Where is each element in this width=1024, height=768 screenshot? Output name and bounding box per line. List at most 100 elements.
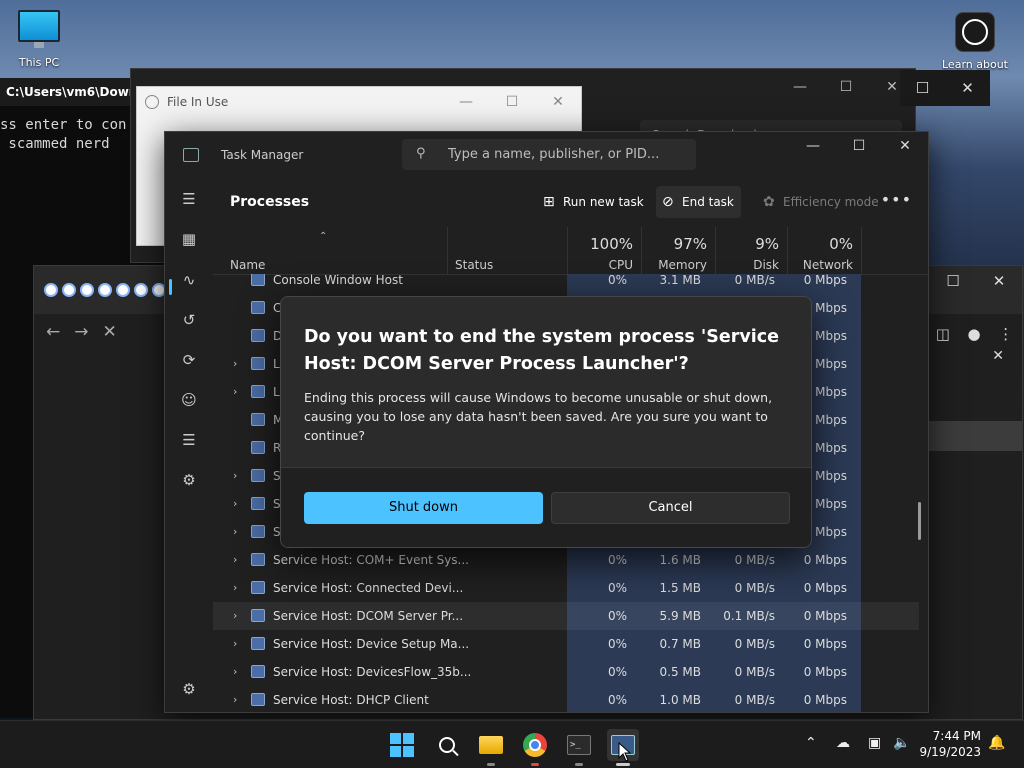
end-task-button[interactable]: ⊘ End task — [656, 186, 741, 218]
process-icon — [251, 329, 265, 342]
process-cpu: 0% — [607, 553, 627, 567]
browser-toolbar-right: ◫ ● ⋮ — [927, 314, 1022, 354]
search-button[interactable] — [431, 729, 463, 761]
process-disk: 0 MB/s — [734, 665, 775, 679]
process-cpu: 0% — [607, 693, 627, 707]
shut-down-button[interactable]: Shut down — [304, 492, 543, 524]
chevron-right-icon[interactable]: › — [233, 637, 237, 650]
start-button[interactable] — [386, 729, 418, 761]
chevron-right-icon[interactable]: › — [233, 385, 237, 398]
efficiency-mode-label: Efficiency mode — [783, 195, 879, 209]
process-row[interactable]: › Service Host: COM+ Event Sys... 0% 1.6 MB… — [213, 546, 919, 574]
stop-loading-icon[interactable]: ✕ — [103, 322, 117, 342]
run-new-task-button[interactable]: ⊞ Run new task — [537, 186, 644, 218]
app-history-icon[interactable]: ↺ — [178, 309, 200, 331]
network-icon[interactable]: ▣ — [868, 735, 881, 751]
settings-icon[interactable]: ⚙ — [178, 678, 200, 700]
sidebar-icon[interactable]: ◫ — [936, 325, 950, 343]
sort-caret-icon: ⌃ — [319, 231, 328, 242]
close-infobar-icon[interactable]: ✕ — [992, 348, 1004, 364]
column-memory[interactable]: 97% Memory — [641, 227, 715, 275]
more-options-icon[interactable]: ••• — [881, 190, 912, 209]
column-status[interactable]: Status — [447, 227, 567, 275]
network-total: 0% — [829, 235, 853, 253]
notification-bell-icon[interactable]: 🔔 — [988, 735, 1005, 751]
startup-apps-icon[interactable]: ⟳ — [178, 349, 200, 371]
task-manager-toolbar: Processes ⊞ Run new task ⊘ End task ✿ Ef… — [213, 178, 930, 226]
tab-favicon-icon[interactable] — [44, 283, 58, 297]
chevron-up-icon[interactable]: ⌃ — [805, 735, 817, 751]
minimize-button[interactable]: — — [790, 132, 836, 160]
chevron-right-icon[interactable]: › — [233, 609, 237, 622]
search-box[interactable]: ⚲ — [402, 139, 696, 170]
system-clock[interactable]: 7:44 PM 9/19/2023 — [919, 728, 981, 760]
monitor-icon — [18, 10, 60, 48]
maximize-button[interactable]: ☐ — [900, 70, 945, 106]
cloud-offline-icon[interactable]: ☁ — [836, 735, 850, 751]
process-network: 0 Mbps — [803, 693, 847, 707]
chevron-right-icon[interactable]: › — [233, 581, 237, 594]
back-icon[interactable]: ← — [46, 322, 60, 342]
maximize-button[interactable]: ☐ — [489, 87, 535, 117]
services-icon[interactable]: ⚙ — [178, 469, 200, 491]
performance-icon[interactable]: ∿ — [178, 269, 200, 291]
process-row[interactable]: Console Window Host 0% 3.1 MB 0 MB/s 0 Mbps — [213, 274, 919, 294]
chevron-right-icon[interactable]: › — [233, 665, 237, 678]
process-icon — [251, 525, 265, 538]
more-options-icon[interactable]: ⋮ — [998, 325, 1013, 343]
chevron-right-icon[interactable]: › — [233, 497, 237, 510]
close-button[interactable]: ✕ — [945, 70, 990, 106]
chevron-right-icon[interactable]: › — [233, 553, 237, 566]
tab-favicon-icon[interactable] — [134, 283, 148, 297]
users-icon[interactable]: ☺ — [178, 389, 200, 411]
processes-icon[interactable]: ▦ — [178, 228, 200, 250]
column-cpu[interactable]: 100% CPU — [567, 227, 641, 275]
process-row[interactable]: › Service Host: Connected Devi... 0% 1.5 MB… — [213, 574, 919, 602]
task-manager-app-icon — [183, 148, 199, 162]
tab-favicon-icon[interactable] — [62, 283, 76, 297]
tab-favicon-icon[interactable] — [98, 283, 112, 297]
search-input[interactable] — [448, 139, 688, 170]
close-button[interactable]: ✕ — [976, 266, 1022, 296]
tab-favicon-icon[interactable] — [116, 283, 130, 297]
terminal-button[interactable]: >_ — [563, 729, 595, 766]
hamburger-menu-icon[interactable]: ☰ — [178, 188, 200, 210]
process-disk: 0 MB/s — [734, 274, 775, 287]
column-name[interactable]: ⌃ Name — [213, 227, 447, 275]
forward-icon[interactable]: → — [74, 322, 88, 342]
process-row[interactable]: › Service Host: DHCP Client 0% 1.0 MB 0 MB/s… — [213, 686, 919, 712]
search-icon — [439, 737, 455, 753]
column-network[interactable]: 0% Network — [787, 227, 861, 275]
process-disk: 0 MB/s — [734, 637, 775, 651]
desktop-icon-this-pc[interactable]: This PC — [4, 10, 74, 69]
process-memory: 1.5 MB — [659, 581, 701, 595]
details-icon[interactable]: ☰ — [178, 429, 200, 451]
close-button[interactable]: ✕ — [882, 132, 928, 160]
desktop-icon-learn-about[interactable]: Learn about — [940, 12, 1010, 71]
process-row[interactable]: › Service Host: DevicesFlow_35b... 0% 0.5 M… — [213, 658, 919, 686]
tab-favicon-icon[interactable] — [80, 283, 94, 297]
maximize-button[interactable]: ☐ — [836, 132, 882, 160]
background-window-controls: — ☐ ✕ — [777, 69, 915, 105]
efficiency-mode-button[interactable]: ✿ Efficiency mode — [757, 186, 879, 218]
chevron-right-icon[interactable]: › — [233, 357, 237, 370]
minimize-button[interactable]: — — [777, 69, 823, 105]
chevron-right-icon[interactable]: › — [233, 525, 237, 538]
scrollbar-thumb[interactable] — [918, 502, 921, 540]
maximize-button[interactable]: ☐ — [930, 266, 976, 296]
chrome-button[interactable] — [519, 729, 551, 766]
process-row[interactable]: › Service Host: Device Setup Ma... 0% 0.7 M… — [213, 630, 919, 658]
column-disk[interactable]: 9% Disk — [715, 227, 787, 275]
cancel-button[interactable]: Cancel — [551, 492, 790, 524]
chevron-right-icon[interactable]: › — [233, 693, 237, 706]
close-button[interactable]: ✕ — [535, 87, 581, 117]
volume-icon[interactable]: 🔈 — [893, 735, 910, 751]
background-window-controls-2: ☐ ✕ — [900, 70, 990, 106]
chevron-right-icon[interactable]: › — [233, 469, 237, 482]
profile-icon[interactable]: ● — [968, 325, 981, 343]
process-icon — [251, 301, 265, 314]
file-explorer-button[interactable] — [475, 729, 507, 766]
minimize-button[interactable]: — — [443, 87, 489, 117]
process-row[interactable]: › Service Host: DCOM Server Pr... 0% 5.9 MB… — [213, 602, 919, 630]
maximize-button[interactable]: ☐ — [823, 69, 869, 105]
